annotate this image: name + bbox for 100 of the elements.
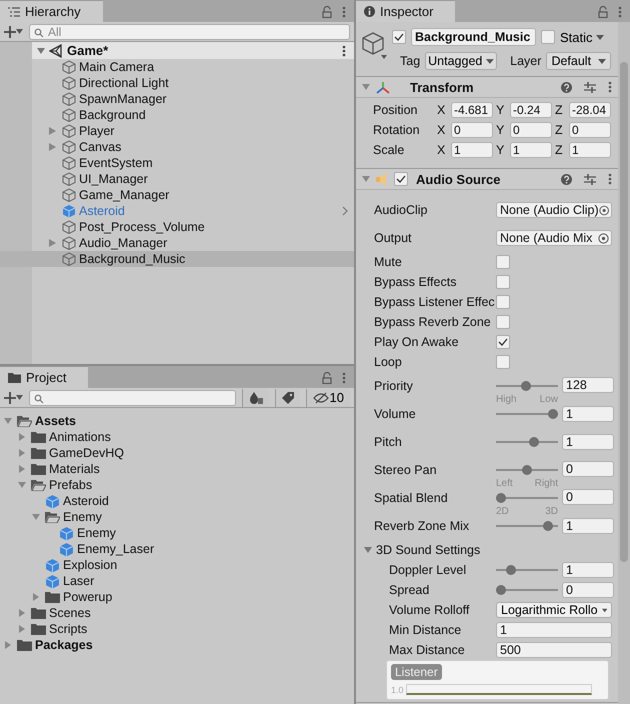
slider-thumb[interactable] [506,565,516,575]
checkbox[interactable] [496,255,510,269]
scene-row[interactable]: Game* [32,42,354,59]
hierarchy-item[interactable]: Canvas [32,139,354,155]
number-field[interactable]: -28.04 [569,102,611,118]
checkbox[interactable] [496,315,510,329]
expand-arrow-icon[interactable] [18,433,26,441]
static-dropdown[interactable]: Static [560,30,604,44]
expand-arrow-icon[interactable] [37,46,45,54]
project-tab[interactable]: Project [0,366,88,388]
asset-name[interactable]: Enemy_Laser [77,542,154,556]
help-icon[interactable] [561,82,572,92]
lock-icon[interactable] [322,6,332,18]
number-field[interactable]: 1 [562,562,614,578]
hierarchy-item[interactable]: Audio_Manager [32,235,354,251]
number-field[interactable]: -0.24 [510,102,552,118]
number-field[interactable]: 0 [569,122,611,138]
checkbox[interactable] [496,295,510,309]
expand-arrow-icon[interactable] [4,641,12,649]
cube-icon[interactable] [362,32,388,60]
inspector-tab[interactable]: Inspector [356,0,456,22]
axis-label[interactable]: Z [555,143,569,157]
number-field[interactable]: 1 [562,518,614,534]
number-field[interactable]: 0 [562,461,614,477]
asset-name[interactable]: Materials [49,462,100,476]
axis-label[interactable]: Z [555,123,569,137]
object-field[interactable]: None (Audio Clip) [496,202,612,218]
slider-thumb[interactable] [496,585,506,595]
add-button[interactable] [4,26,23,38]
hierarchy-tab[interactable]: Hierarchy [0,0,103,22]
hierarchy-item[interactable]: Main Camera [32,59,354,75]
hierarchy-item[interactable]: EventSystem [32,155,354,171]
collapse-arrow-icon[interactable] [362,175,370,183]
asset-name[interactable]: Scripts [49,622,88,636]
asset-name[interactable]: Laser [63,574,94,588]
hierarchy-item[interactable]: Game_Manager [32,187,354,203]
axis-label[interactable]: Y [496,143,510,157]
rolloff-dropdown[interactable]: Logarithmic Rollo [496,602,612,618]
expand-arrow-icon[interactable] [364,546,372,554]
hierarchy-item[interactable]: Background [32,107,354,123]
expand-arrow-icon[interactable] [49,127,56,135]
asset-name[interactable]: Enemy [63,510,102,524]
number-field[interactable]: 1 [451,142,493,158]
slider-thumb[interactable] [521,381,532,391]
axis-label[interactable]: X [437,143,451,157]
enabled-checkbox[interactable] [394,172,408,186]
hierarchy-item[interactable]: Directional Light [32,75,354,91]
object-field[interactable]: None (Audio Mix [496,230,612,246]
expand-arrow-icon[interactable] [4,417,12,425]
asset-name[interactable]: Packages [35,638,93,652]
expand-arrow-icon[interactable] [18,609,26,617]
chevron-right-icon[interactable] [342,206,348,216]
more-icon[interactable] [608,81,612,93]
number-field[interactable]: 1 [562,434,614,450]
asset-name[interactable]: Scenes [49,606,91,620]
more-icon[interactable] [608,173,612,185]
slider-thumb[interactable] [529,437,540,447]
asset-name[interactable]: Animations [49,430,111,444]
asset-name[interactable]: Prefabs [49,478,92,492]
expand-arrow-icon[interactable] [49,143,56,151]
number-field[interactable]: -4.681 [451,102,493,118]
expand-arrow-icon[interactable] [49,239,56,247]
number-field[interactable]: 1 [496,622,612,638]
tag-dropdown[interactable]: Untagged [425,52,498,70]
checkbox[interactable] [496,335,510,349]
number-field[interactable]: 0 [562,489,614,505]
name-field[interactable]: Background_Music [411,28,536,46]
hierarchy-item[interactable]: SpawnManager [32,91,354,107]
more-icon[interactable] [342,44,346,56]
asset-name[interactable]: Powerup [63,590,112,604]
hierarchy-item[interactable]: UI_Manager [32,171,354,187]
slider-thumb[interactable] [543,521,554,531]
hierarchy-item[interactable]: Player [32,123,354,139]
hierarchy-item[interactable]: Background_Music [0,251,354,267]
scrollbar-thumb[interactable] [620,62,628,562]
expand-arrow-icon[interactable] [18,465,26,473]
asset-name[interactable]: GameDevHQ [49,446,124,460]
expand-arrow-icon[interactable] [32,513,40,521]
expand-arrow-icon[interactable] [18,625,26,633]
search-field[interactable] [29,390,236,406]
slider-thumb[interactable] [496,493,506,503]
number-field[interactable]: 128 [562,377,614,393]
expand-arrow-icon[interactable] [18,481,26,489]
help-icon[interactable] [561,174,572,184]
settings-sliders-icon[interactable] [584,82,596,92]
search-field[interactable]: All [29,24,350,40]
add-button[interactable] [4,392,23,404]
slider-thumb[interactable] [548,409,558,419]
checkbox[interactable] [496,355,510,369]
checkbox[interactable] [496,275,510,289]
expand-arrow-icon[interactable] [32,593,40,601]
lock-icon[interactable] [322,372,332,384]
asset-name[interactable]: Explosion [63,558,118,572]
axis-label[interactable]: Y [496,123,510,137]
hierarchy-item[interactable]: Post_Process_Volume [32,219,354,235]
section-label[interactable]: 3D Sound Settings [376,543,480,557]
asset-name[interactable]: Asteroid [63,494,109,508]
axis-label[interactable]: Z [555,103,569,117]
number-field[interactable]: 1 [562,406,614,422]
number-field[interactable]: 0 [510,122,552,138]
